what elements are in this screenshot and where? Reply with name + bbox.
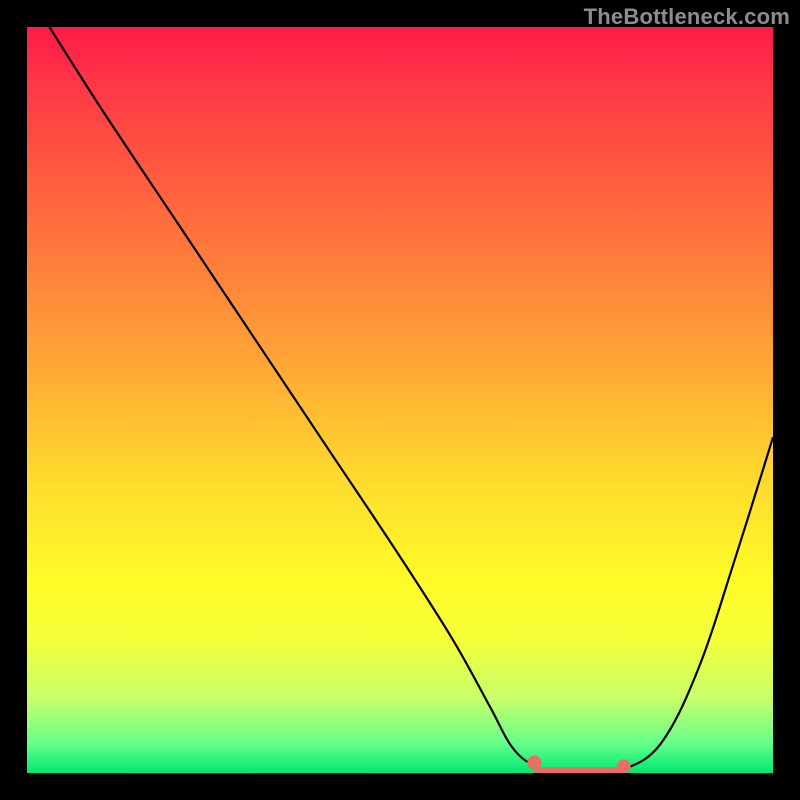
bottleneck-curve (49, 27, 773, 773)
range-end-marker (527, 756, 541, 770)
curve-svg (27, 27, 773, 773)
optimal-range-bar (534, 767, 624, 773)
chart-container: TheBottleneck.com (0, 0, 800, 800)
plot-area (27, 27, 773, 773)
range-end-marker (617, 759, 631, 773)
